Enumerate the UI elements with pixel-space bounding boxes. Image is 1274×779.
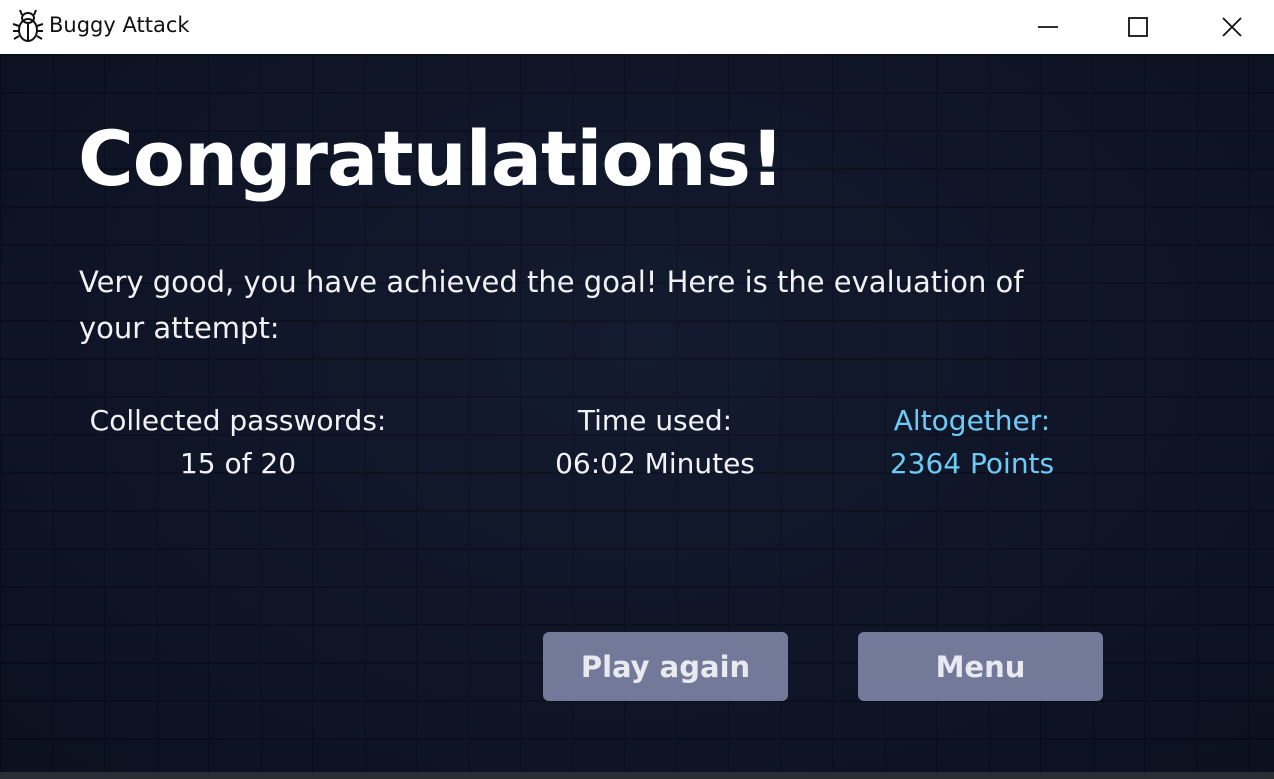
time-value: 06:02 Minutes bbox=[555, 447, 755, 480]
window-title: Buggy Attack bbox=[49, 13, 190, 37]
page-title: Congratulations! bbox=[78, 114, 785, 203]
time-stat: Time used: 06:02 Minutes bbox=[530, 399, 780, 485]
time-label: Time used: bbox=[577, 404, 733, 437]
window-bottom-border bbox=[0, 772, 1274, 779]
result-message: Very good, you have achieved the goal! H… bbox=[79, 265, 1024, 345]
total-stat: Altogether: 2364 Points bbox=[862, 399, 1082, 485]
total-label: Altogether: bbox=[893, 404, 1051, 437]
minimize-button[interactable] bbox=[1018, 0, 1078, 54]
close-button[interactable] bbox=[1202, 0, 1262, 54]
menu-button[interactable]: Menu bbox=[858, 632, 1103, 701]
total-value: 2364 Points bbox=[889, 447, 1055, 480]
maximize-button[interactable] bbox=[1108, 0, 1168, 54]
close-icon bbox=[1222, 17, 1242, 37]
play-again-button[interactable]: Play again bbox=[543, 632, 788, 701]
passwords-stat: Collected passwords: 15 of 20 bbox=[79, 399, 397, 485]
passwords-label: Collected passwords: bbox=[89, 404, 387, 437]
title-bar: Buggy Attack bbox=[0, 0, 1274, 54]
passwords-value: 15 of 20 bbox=[179, 447, 297, 480]
maximize-icon bbox=[1128, 17, 1148, 37]
minimize-icon bbox=[1038, 26, 1058, 28]
results-screen: Congratulations! Very good, you have ach… bbox=[0, 54, 1274, 779]
bug-icon bbox=[12, 9, 44, 43]
